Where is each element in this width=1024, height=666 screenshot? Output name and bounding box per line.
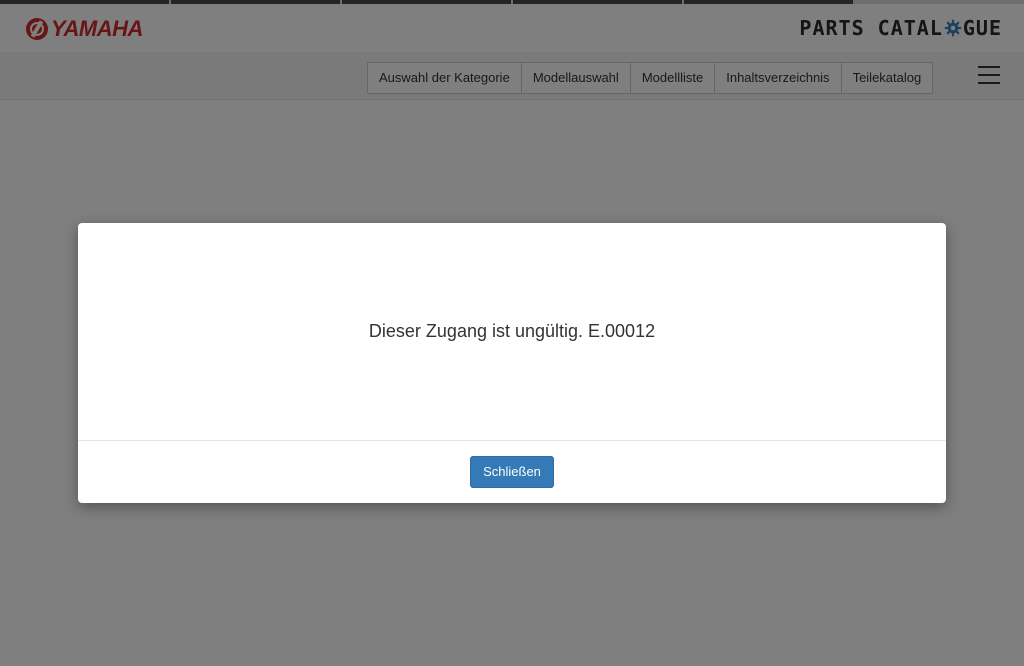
error-message: Dieser Zugang ist ungültig. E.00012	[368, 321, 656, 341]
dialog-footer: Schließen	[78, 441, 946, 503]
page: YAMAHA PARTS CATAL GUE	[0, 0, 1024, 666]
close-button[interactable]: Schließen	[470, 456, 554, 488]
dialog-body: Dieser Zugang ist ungültig. E.00012	[78, 223, 946, 441]
error-dialog: Dieser Zugang ist ungültig. E.00012 Schl…	[78, 223, 946, 503]
